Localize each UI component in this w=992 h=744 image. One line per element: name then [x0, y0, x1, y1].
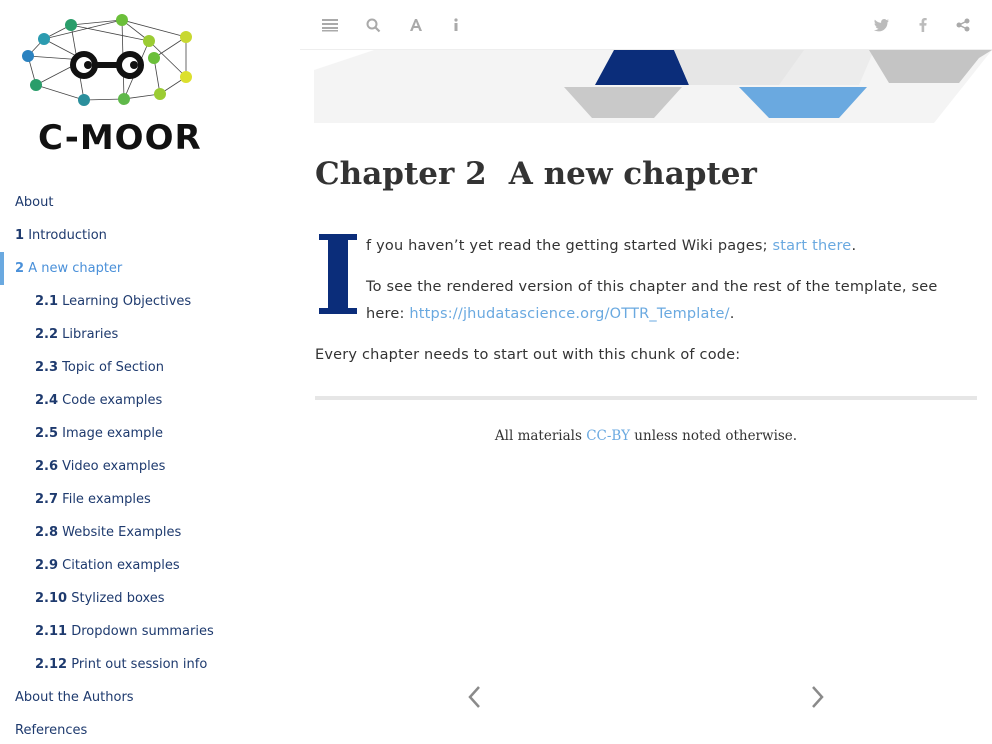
toc-item-label: Libraries: [62, 327, 119, 342]
font-settings-icon[interactable]: [406, 15, 426, 35]
toc-item-topic-of-section[interactable]: 2.3 Topic of Section: [0, 351, 300, 384]
chapter-content: Chapter 2 A new chapter I f you haven’t y…: [315, 150, 977, 444]
start-there-link[interactable]: start there: [772, 238, 851, 254]
intro-paragraph: f you haven’t yet read the getting start…: [366, 233, 856, 260]
toc-item-dropdown-summaries[interactable]: 2.11 Dropdown summaries: [0, 615, 300, 648]
toc-item-a-new-chapter[interactable]: 2 A new chapter: [0, 252, 300, 285]
toc-item-label: About the Authors: [15, 690, 134, 705]
toc-item-number: 1: [15, 228, 25, 243]
toc-item-about[interactable]: About: [0, 186, 300, 219]
toc-item-label: Stylized boxes: [71, 591, 165, 606]
toc-item-print-out-session-info[interactable]: 2.12 Print out session info: [0, 648, 300, 681]
intro-text: f you haven’t yet read the getting start…: [366, 238, 773, 254]
toc-item-video-examples[interactable]: 2.6 Video examples: [0, 450, 300, 483]
intro-end: .: [851, 238, 857, 254]
chapter-name: A new chapter: [508, 156, 757, 192]
search-icon[interactable]: [363, 15, 383, 35]
table-of-contents: About 1 Introduction 2 A new chapter 2.1 Le…: [0, 186, 300, 744]
share-icon[interactable]: [953, 15, 973, 35]
facebook-icon[interactable]: [913, 15, 933, 35]
license-prefix: All materials: [494, 428, 587, 444]
toc-item-number: 2.2: [35, 327, 59, 342]
logo-text: C-MOOR: [38, 118, 202, 158]
top-toolbar: [300, 0, 992, 50]
toc-item-label: A new chapter: [28, 261, 123, 276]
toc-toggle-icon[interactable]: [320, 15, 340, 35]
toc-item-label: File examples: [62, 492, 151, 507]
toc-item-number: 2.4: [35, 393, 59, 408]
toc-item-label: Print out session info: [71, 657, 208, 672]
toc-item-label: References: [15, 723, 88, 738]
toc-item-label: Dropdown summaries: [71, 624, 214, 639]
toc-item-number: 2.8: [35, 525, 59, 540]
toc-item-number: 2.1: [35, 294, 59, 309]
code-chunk-paragraph: Every chapter needs to start out with th…: [315, 347, 741, 363]
dropcap-letter: I: [319, 234, 357, 314]
toc-item-number: 2.9: [35, 558, 59, 573]
toc-item-label: About: [15, 195, 54, 210]
twitter-icon[interactable]: [871, 15, 891, 35]
toc-item-number: 2.5: [35, 426, 59, 441]
chapter-title: Chapter 2 A new chapter: [315, 150, 977, 198]
toc-item-number: 2.7: [35, 492, 59, 507]
toc-item-number: 2.11: [35, 624, 68, 639]
toc-item-code-examples[interactable]: 2.4 Code examples: [0, 384, 300, 417]
toc-item-label: Website Examples: [62, 525, 182, 540]
toc-item-stylized-boxes[interactable]: 2.10 Stylized boxes: [0, 582, 300, 615]
toc-item-label: Introduction: [28, 228, 107, 243]
toc-item-website-examples[interactable]: 2.8 Website Examples: [0, 516, 300, 549]
template-url-link[interactable]: https://jhudatascience.org/OTTR_Template…: [409, 306, 729, 322]
toc-item-libraries[interactable]: 2.2 Libraries: [0, 318, 300, 351]
previous-page-button[interactable]: [462, 682, 486, 712]
chevron-right-icon: [812, 686, 824, 708]
sidebar: C-MOOR About 1 Introduction 2 A new chapte…: [0, 0, 300, 744]
chapter-banner: [314, 50, 992, 123]
chevron-left-icon: [468, 686, 480, 708]
template-end: .: [729, 306, 735, 322]
toc-item-learning-objectives[interactable]: 2.1 Learning Objectives: [0, 285, 300, 318]
toc-item-file-examples[interactable]: 2.7 File examples: [0, 483, 300, 516]
toc-item-number: 2.6: [35, 459, 59, 474]
license-suffix: unless noted otherwise.: [630, 428, 798, 444]
network-graphic: [22, 14, 192, 106]
toc-item-introduction[interactable]: 1 Introduction: [0, 219, 300, 252]
chapter-number: Chapter 2: [315, 156, 487, 192]
toc-item-number: 2: [15, 261, 25, 276]
license-note: All materials CC-BY unless noted otherwi…: [315, 428, 977, 444]
toc-item-references[interactable]: References: [0, 714, 300, 744]
template-paragraph: To see the rendered version of this chap…: [366, 274, 978, 328]
next-page-button[interactable]: [806, 682, 830, 712]
toc-item-image-example[interactable]: 2.5 Image example: [0, 417, 300, 450]
c-moor-logo[interactable]: C-MOOR: [18, 10, 208, 158]
cc-by-link[interactable]: CC-BY: [586, 428, 630, 444]
toc-item-label: Topic of Section: [62, 360, 164, 375]
toc-item-number: 2.10: [35, 591, 68, 606]
toc-item-number: 2.3: [35, 360, 59, 375]
toc-item-label: Image example: [62, 426, 163, 441]
info-icon[interactable]: [446, 15, 466, 35]
goggles-icon: [70, 51, 144, 79]
toc-item-label: Citation examples: [62, 558, 180, 573]
toc-item-number: 2.12: [35, 657, 68, 672]
toc-item-label: Learning Objectives: [62, 294, 192, 309]
toc-item-label: Video examples: [62, 459, 166, 474]
toc-item-citation-examples[interactable]: 2.9 Citation examples: [0, 549, 300, 582]
toc-item-about-the-authors[interactable]: About the Authors: [0, 681, 300, 714]
toc-item-label: Code examples: [62, 393, 163, 408]
divider: [315, 396, 977, 400]
